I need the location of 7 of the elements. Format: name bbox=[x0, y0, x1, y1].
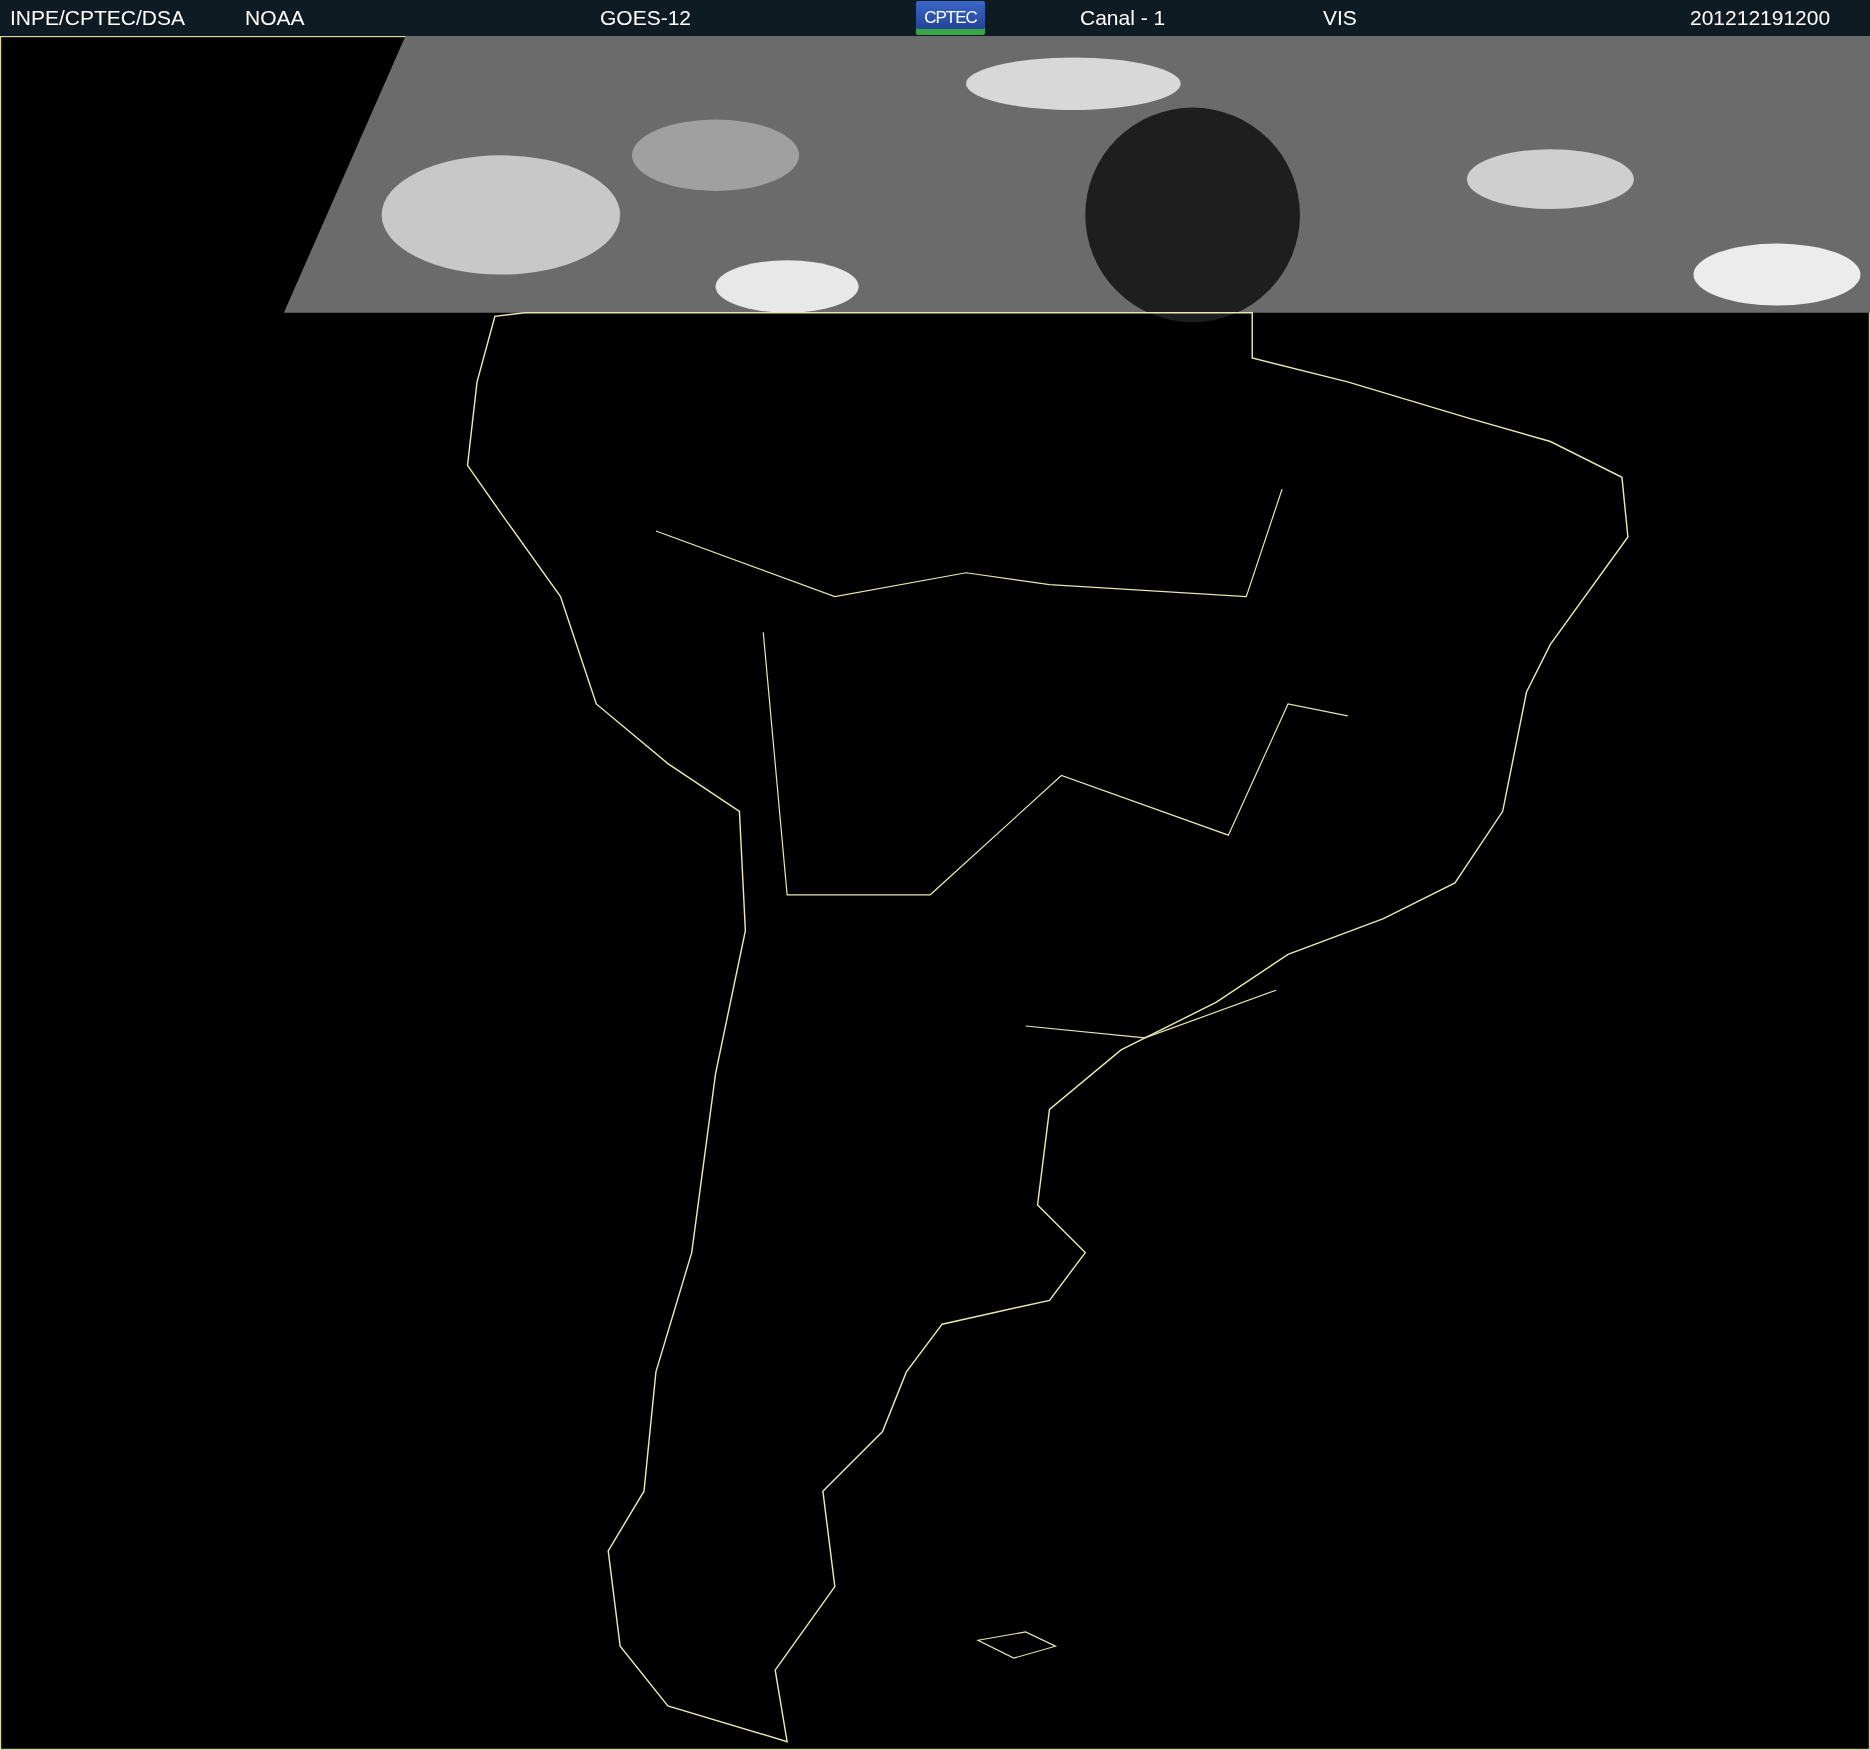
source-label: INPE/CPTEC/DSA bbox=[10, 6, 187, 30]
logo: CPTEC bbox=[916, 1, 985, 35]
timestamp: 201212191200 bbox=[1690, 6, 1832, 30]
satellite-label: GOES-12 bbox=[600, 6, 693, 30]
agency-label: NOAA bbox=[245, 6, 306, 30]
band-label: VIS bbox=[1323, 6, 1358, 30]
channel-label: Canal - 1 bbox=[1080, 6, 1167, 30]
